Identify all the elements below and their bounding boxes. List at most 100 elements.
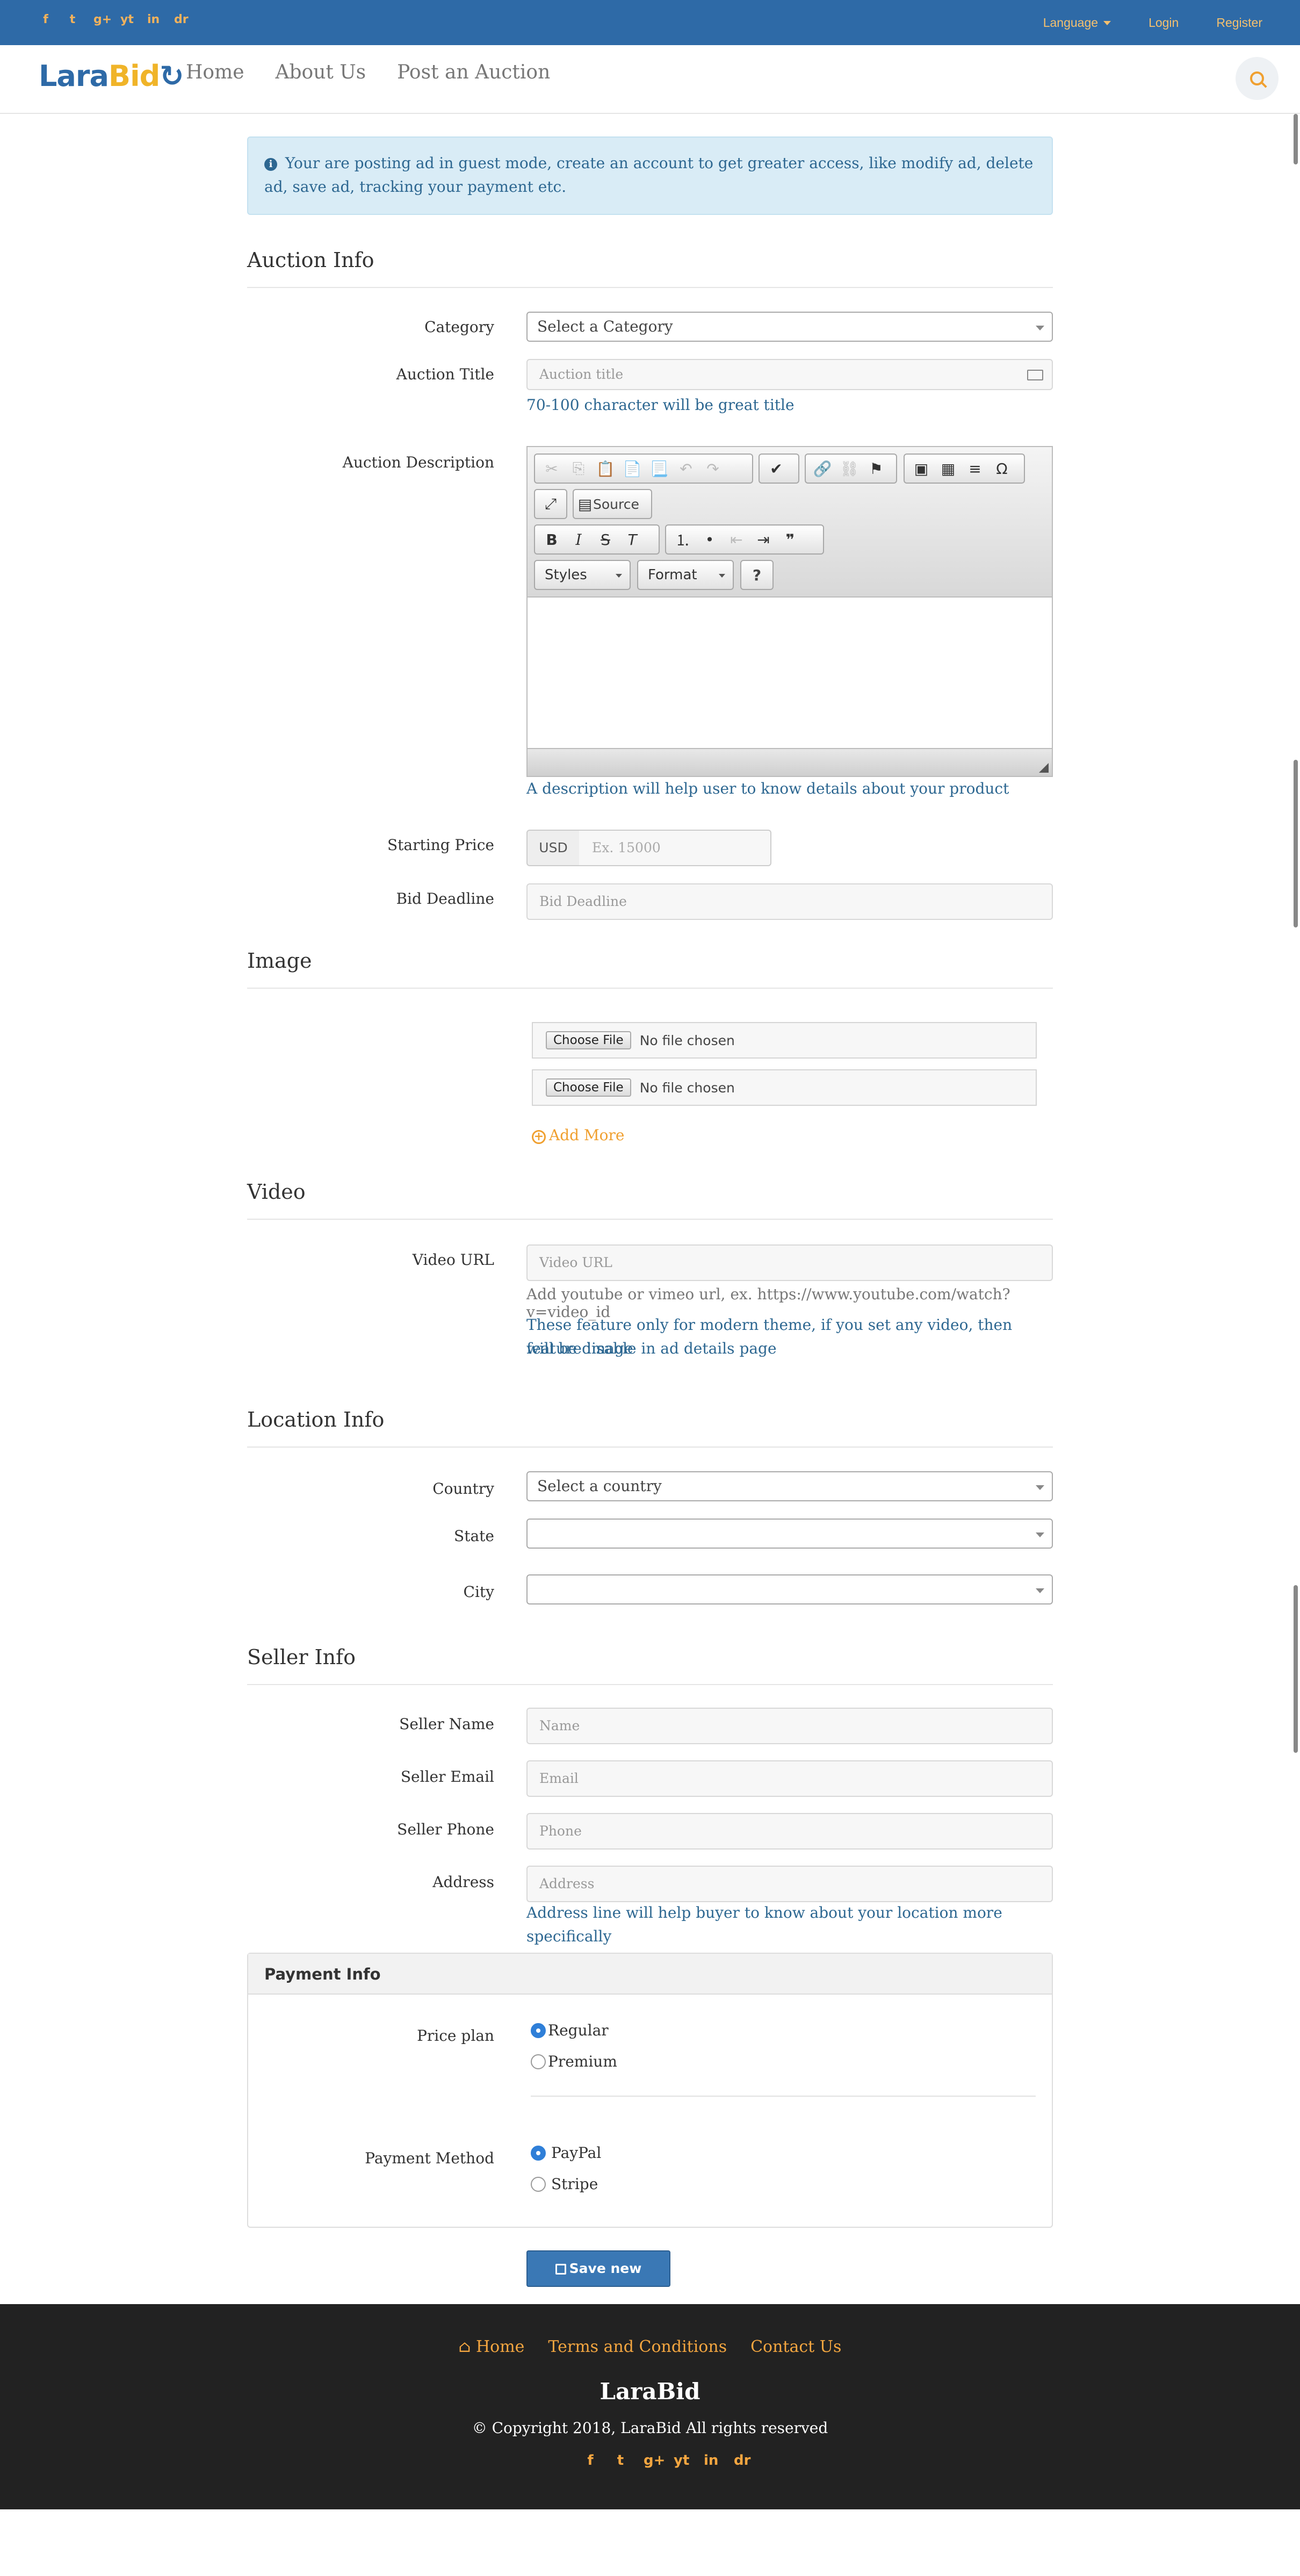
scrollbar-thumb-lower[interactable] <box>1294 1585 1298 1753</box>
footer-home-label: Home <box>475 2337 525 2356</box>
paste-word-icon[interactable]: 📃 <box>646 457 673 480</box>
format-label: Format <box>648 567 697 583</box>
copy-icon[interactable]: ⎘ <box>565 457 592 480</box>
facebook-icon[interactable]: f <box>583 2452 597 2469</box>
footer-home-link[interactable]: ⌂ Home <box>459 2337 525 2356</box>
seller-email-input[interactable]: Email <box>526 1760 1053 1797</box>
language-label: Language <box>1043 15 1099 30</box>
save-new-auction-button[interactable]: Save new auction <box>526 2250 670 2311</box>
editor-help-button[interactable]: ? <box>740 560 774 590</box>
choose-file-button[interactable]: Choose File <box>546 1078 631 1097</box>
footer-contact-link[interactable]: Contact Us <box>750 2337 841 2356</box>
price-plan-regular[interactable]: Regular <box>531 2021 609 2039</box>
language-dropdown[interactable]: Language <box>1043 16 1111 30</box>
image-icon[interactable]: ▣ <box>908 457 935 480</box>
address-input[interactable]: Address <box>526 1866 1053 1902</box>
logo[interactable]: LaraBid↻ <box>39 59 184 93</box>
paste-text-icon[interactable]: 📄 <box>619 457 646 480</box>
choose-file-button[interactable]: Choose File <box>546 1031 631 1049</box>
youtube-icon[interactable]: yt <box>674 2452 689 2469</box>
twitter-icon[interactable]: t <box>613 2452 627 2469</box>
radio-selected[interactable] <box>531 2023 546 2038</box>
radio-unselected[interactable] <box>531 2054 546 2069</box>
scrollbar-thumb-top[interactable] <box>1294 114 1298 164</box>
dribbble-icon[interactable]: dr <box>734 2452 750 2469</box>
paste-icon[interactable]: 📋 <box>592 457 619 480</box>
page-scrollbar[interactable] <box>1292 114 1300 2576</box>
anchor-icon[interactable]: ⚑ <box>863 457 890 480</box>
image-file-input-1[interactable]: Choose File No file chosen <box>532 1022 1037 1059</box>
section-title-video: Video <box>247 1180 306 1204</box>
state-select[interactable] <box>526 1519 1053 1549</box>
main-navbar: LaraBid↻ Home About Us Post an Auction <box>0 45 1300 114</box>
category-selected-value: Select a Category <box>537 318 673 335</box>
radio-unselected[interactable] <box>531 2176 546 2192</box>
link-icon[interactable]: 🔗 <box>809 457 836 480</box>
linkedin-icon[interactable]: in <box>704 2452 718 2469</box>
bid-deadline-input[interactable]: Bid Deadline <box>526 883 1053 920</box>
add-more-link[interactable]: + Add More <box>532 1126 624 1144</box>
google-plus-icon[interactable]: g+ <box>644 2452 665 2469</box>
linkedin-icon[interactable]: in <box>147 13 160 27</box>
google-plus-icon[interactable]: g+ <box>93 13 112 27</box>
starting-price-label: Starting Price <box>387 836 494 854</box>
indent-icon[interactable]: ⇥ <box>750 528 777 551</box>
format-dropdown[interactable]: Format <box>637 560 734 590</box>
facebook-icon[interactable]: f <box>40 13 52 27</box>
unlink-icon[interactable]: ⛓ <box>836 457 863 480</box>
image-file-input-2[interactable]: Choose File No file chosen <box>532 1069 1037 1106</box>
radio-selected[interactable] <box>531 2145 546 2161</box>
resize-handle-icon[interactable] <box>1039 763 1049 773</box>
dribbble-icon[interactable]: dr <box>174 13 189 27</box>
numbered-list-icon[interactable]: ⒈ <box>669 528 696 551</box>
redo-icon[interactable]: ↷ <box>699 457 726 480</box>
bold-icon[interactable]: B <box>538 528 565 551</box>
video-url-input[interactable]: Video URL <box>526 1244 1053 1281</box>
blockquote-icon[interactable]: ❞ <box>777 528 804 551</box>
section-title-seller: Seller Info <box>247 1645 356 1669</box>
strike-icon[interactable]: S <box>592 528 619 551</box>
alert-text: Your are posting ad in guest mode, creat… <box>264 154 1034 196</box>
starting-price-input[interactable]: Ex. 15000 <box>579 830 771 866</box>
footer-terms-link[interactable]: Terms and Conditions <box>548 2337 727 2356</box>
auction-title-label: Auction Title <box>396 365 494 383</box>
source-button[interactable]: Source <box>593 497 639 512</box>
maximize-icon[interactable]: ⤢ <box>538 492 563 516</box>
no-file-text: No file chosen <box>639 1080 735 1096</box>
city-select[interactable] <box>526 1574 1053 1604</box>
bulleted-list-icon[interactable]: • <box>696 528 723 551</box>
description-editor[interactable]: ✂ ⎘ 📋 📄 📃 ↶ ↷ ✔ 🔗 ⛓ ⚑ ▣ ▦ ≡ Ω ⤢ ▤ Source… <box>526 446 1053 777</box>
styles-label: Styles <box>545 567 587 583</box>
seller-email-label: Seller Email <box>400 1768 494 1786</box>
search-button[interactable] <box>1236 57 1279 100</box>
undo-icon[interactable]: ↶ <box>673 457 699 480</box>
styles-dropdown[interactable]: Styles <box>534 560 631 590</box>
twitter-icon[interactable]: t <box>67 13 78 27</box>
table-icon[interactable]: ▦ <box>935 457 962 480</box>
spellcheck-icon[interactable]: ✔ <box>763 457 790 480</box>
payment-method-paypal[interactable]: PayPal <box>531 2144 601 2162</box>
category-select[interactable]: Select a Category <box>526 312 1053 342</box>
youtube-icon[interactable]: yt <box>120 13 134 27</box>
price-plan-premium[interactable]: Premium <box>531 2053 617 2070</box>
country-selected-value: Select a country <box>537 1477 662 1495</box>
outdent-icon[interactable]: ⇤ <box>723 528 750 551</box>
payment-method-stripe[interactable]: Stripe <box>531 2175 598 2193</box>
remove-format-icon[interactable]: T <box>619 528 646 551</box>
register-link[interactable]: Register <box>1216 16 1262 30</box>
horizontal-rule-icon[interactable]: ≡ <box>962 457 988 480</box>
nav-home[interactable]: Home <box>186 61 244 83</box>
seller-phone-input[interactable]: Phone <box>526 1813 1053 1850</box>
logo-part-lara: Lara <box>39 59 109 93</box>
nav-post-auction[interactable]: Post an Auction <box>397 61 550 83</box>
seller-name-input[interactable]: Name <box>526 1708 1053 1744</box>
country-select[interactable]: Select a country <box>526 1471 1053 1501</box>
divider <box>247 287 1053 288</box>
login-link[interactable]: Login <box>1149 16 1179 30</box>
special-char-icon[interactable]: Ω <box>988 457 1015 480</box>
nav-about-us[interactable]: About Us <box>276 61 366 83</box>
italic-icon[interactable]: I <box>565 528 592 551</box>
cut-icon[interactable]: ✂ <box>538 457 565 480</box>
auction-title-input[interactable]: Auction title <box>526 359 1053 390</box>
scrollbar-thumb-mid[interactable] <box>1294 760 1298 927</box>
